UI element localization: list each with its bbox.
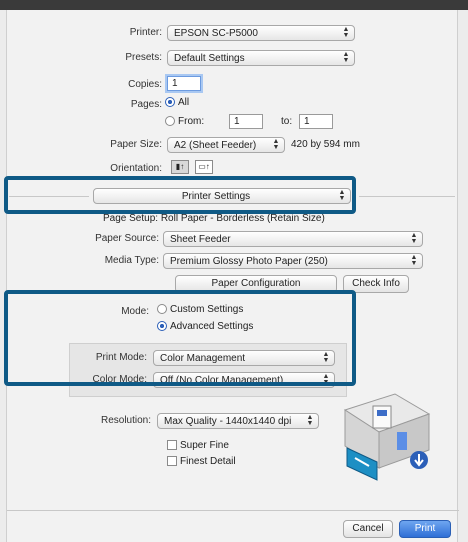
paper-size-dims: 420 by 594 mm — [291, 139, 360, 150]
popup-arrows-icon: ▲ ▼ — [410, 232, 418, 245]
check-info-button[interactable]: Check Info — [343, 275, 409, 293]
popup-arrows-icon: ▲ ▼ — [322, 351, 330, 364]
super-fine-checkbox[interactable]: Super Fine — [167, 440, 229, 451]
print-dialog-screenshot: Printer: EPSON SC-P5000 ▲ ▼ Presets: Defa… — [0, 0, 468, 542]
orientation-label: Orientation: — [110, 163, 162, 174]
presets-popup[interactable]: Default Settings ▲ ▼ — [167, 50, 355, 66]
window-top-edge — [0, 0, 468, 10]
pages-label: Pages: — [130, 99, 162, 110]
popup-arrows-icon: ▲ ▼ — [306, 414, 314, 427]
mode-advanced-label: Advanced Settings — [170, 321, 254, 332]
paper-source-label: Paper Source: — [95, 233, 159, 244]
copies-label: Copies: — [128, 79, 162, 90]
divider — [9, 196, 89, 197]
resolution-label: Resolution: — [100, 415, 151, 426]
printer-value: EPSON SC-P5000 — [174, 28, 258, 39]
print-mode-popup[interactable]: Color Management ▲ ▼ — [153, 350, 335, 366]
radio-icon — [157, 304, 167, 315]
popup-arrows-icon: ▲ ▼ — [410, 254, 418, 267]
presets-label: Presets: — [125, 52, 162, 63]
radio-icon — [165, 116, 175, 127]
media-type-value: Premium Glossy Photo Paper (250) — [170, 256, 328, 267]
paper-source-value: Sheet Feeder — [170, 234, 231, 245]
portrait-orientation-icon[interactable]: ▮↑ — [171, 160, 189, 174]
printer-illustration-icon — [343, 393, 431, 481]
panel-select-popup[interactable]: Printer Settings ▲ ▼ — [93, 188, 351, 204]
finest-detail-checkbox[interactable]: Finest Detail — [167, 456, 236, 467]
pages-from-field[interactable]: 1 — [229, 114, 263, 129]
print-dialog-sheet: Printer: EPSON SC-P5000 ▲ ▼ Presets: Defa… — [6, 10, 459, 542]
divider — [359, 196, 455, 197]
super-fine-label: Super Fine — [180, 440, 229, 451]
mode-custom-label: Custom Settings — [170, 304, 244, 315]
checkbox-icon — [167, 456, 177, 467]
landscape-orientation-icon[interactable]: ▭↑ — [195, 160, 213, 174]
pages-from-radio[interactable]: From: — [165, 116, 204, 127]
media-type-popup[interactable]: Premium Glossy Photo Paper (250) ▲ ▼ — [163, 253, 423, 269]
color-mode-popup[interactable]: Off (No Color Management) ▲ ▼ — [153, 372, 335, 388]
paper-size-popup[interactable]: A2 (Sheet Feeder) ▲ ▼ — [167, 137, 285, 153]
presets-value: Default Settings — [174, 53, 245, 64]
copies-field[interactable]: 1 — [167, 76, 201, 91]
footer-divider — [7, 510, 459, 511]
radio-selected-icon — [157, 321, 167, 332]
popup-arrows-icon: ▲ ▼ — [272, 138, 280, 151]
print-mode-value: Color Management — [160, 353, 246, 364]
paper-source-popup[interactable]: Sheet Feeder ▲ ▼ — [163, 231, 423, 247]
pages-all-label: All — [178, 97, 190, 108]
popup-arrows-icon: ▲ ▼ — [322, 373, 330, 386]
pages-all-radio[interactable]: All — [165, 97, 189, 108]
cancel-button[interactable]: Cancel — [343, 520, 393, 538]
pages-to-field[interactable]: 1 — [299, 114, 333, 129]
print-mode-label: Print Mode: — [95, 352, 147, 363]
resolution-value: Max Quality - 1440x1440 dpi — [164, 416, 292, 427]
finest-detail-label: Finest Detail — [180, 456, 236, 467]
checkbox-icon — [167, 440, 177, 451]
mode-custom-radio[interactable]: Custom Settings — [157, 304, 243, 315]
popup-arrows-icon: ▲ ▼ — [342, 26, 350, 39]
paper-size-value: A2 (Sheet Feeder) — [174, 140, 257, 151]
page-setup-text: Page Setup: Roll Paper - Borderless (Ret… — [103, 213, 325, 224]
color-mode-label: Color Mode: — [92, 374, 147, 385]
printer-popup[interactable]: EPSON SC-P5000 ▲ ▼ — [167, 25, 355, 41]
pages-from-label: From: — [178, 116, 205, 127]
radio-selected-icon — [165, 97, 175, 108]
popup-arrows-icon: ▲ ▼ — [338, 189, 346, 202]
mode-advanced-radio[interactable]: Advanced Settings — [157, 321, 253, 332]
paper-configuration-button[interactable]: Paper Configuration — [175, 275, 337, 293]
media-type-label: Media Type: — [104, 255, 159, 266]
print-button[interactable]: Print — [399, 520, 451, 538]
panel-select-value: Printer Settings — [181, 191, 251, 202]
paper-size-label: Paper Size: — [110, 139, 162, 150]
mode-label: Mode: — [121, 306, 149, 317]
resolution-popup[interactable]: Max Quality - 1440x1440 dpi ▲ ▼ — [157, 413, 319, 429]
color-mode-value: Off (No Color Management) — [160, 375, 284, 386]
popup-arrows-icon: ▲ ▼ — [342, 51, 350, 64]
pages-to-label: to: — [281, 116, 293, 127]
printer-label: Printer: — [129, 27, 162, 38]
